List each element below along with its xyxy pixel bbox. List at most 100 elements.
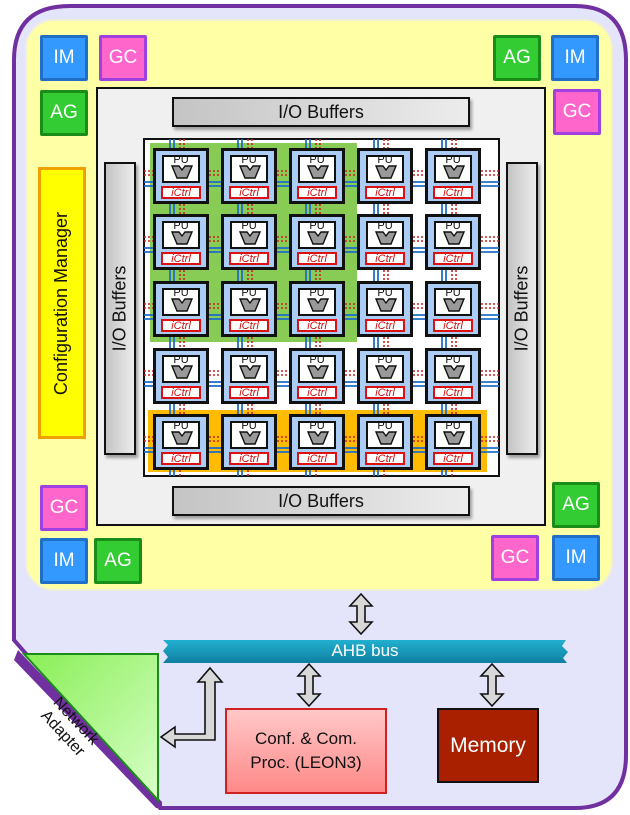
- ictrl-label: iCtrl: [229, 386, 269, 399]
- pu-core: PU: [230, 154, 268, 183]
- alu-icon: [375, 165, 397, 179]
- pu-core: PU: [230, 220, 268, 249]
- alu-icon: [239, 298, 261, 312]
- gc-tile: GC: [553, 89, 601, 135]
- processing-unit: PU iCtrl: [425, 281, 481, 337]
- pu-core: PU: [366, 220, 404, 249]
- alu-icon: [239, 165, 261, 179]
- ictrl-label: iCtrl: [229, 186, 269, 199]
- alu-icon: [375, 365, 397, 379]
- configuration-manager-label: Configuration Manager: [51, 211, 72, 395]
- ictrl-label: iCtrl: [297, 319, 337, 332]
- ictrl-label: iCtrl: [433, 386, 473, 399]
- pu-core: PU: [434, 420, 472, 449]
- alu-icon: [171, 365, 193, 379]
- processing-unit: PU iCtrl: [153, 148, 209, 204]
- ictrl-label: iCtrl: [365, 452, 405, 465]
- processing-unit: PU iCtrl: [221, 414, 277, 470]
- ictrl-label: iCtrl: [161, 319, 201, 332]
- ictrl-label: iCtrl: [161, 252, 201, 265]
- ictrl-label: iCtrl: [365, 386, 405, 399]
- io-buffers-bottom: I/O Buffers: [172, 486, 470, 516]
- io-buffers-bottom-label: I/O Buffers: [278, 490, 364, 511]
- alu-icon: [171, 431, 193, 445]
- pu-core: PU: [434, 287, 472, 316]
- processing-unit: PU iCtrl: [425, 214, 481, 270]
- pu-core: PU: [366, 154, 404, 183]
- processing-unit: PU iCtrl: [289, 148, 345, 204]
- alu-icon: [375, 298, 397, 312]
- alu-icon: [443, 365, 465, 379]
- pu-core: PU: [298, 354, 336, 383]
- im-tile: IM: [40, 35, 88, 81]
- ictrl-label: iCtrl: [161, 186, 201, 199]
- io-buffers-right: I/O Buffers: [506, 162, 538, 455]
- pu-core: PU: [162, 220, 200, 249]
- leon3-line1: Conf. & Com.: [254, 729, 358, 748]
- alu-icon: [171, 231, 193, 245]
- ictrl-label: iCtrl: [297, 452, 337, 465]
- gc-tile: GC: [40, 485, 88, 531]
- processing-unit: PU iCtrl: [153, 281, 209, 337]
- pu-core: PU: [230, 287, 268, 316]
- ictrl-label: iCtrl: [161, 452, 201, 465]
- pu-core: PU: [298, 220, 336, 249]
- pu-core: PU: [366, 420, 404, 449]
- processing-unit: PU iCtrl: [425, 348, 481, 404]
- alu-icon: [307, 365, 329, 379]
- ictrl-label: iCtrl: [433, 186, 473, 199]
- alu-icon: [307, 431, 329, 445]
- processing-unit: PU iCtrl: [357, 348, 413, 404]
- ictrl-label: iCtrl: [365, 252, 405, 265]
- alu-icon: [443, 298, 465, 312]
- processing-unit: PU iCtrl: [153, 414, 209, 470]
- alu-icon: [443, 165, 465, 179]
- processing-unit: PU iCtrl: [153, 214, 209, 270]
- alu-icon: [171, 165, 193, 179]
- alu-icon: [307, 165, 329, 179]
- processing-unit: PU iCtrl: [221, 214, 277, 270]
- ictrl-label: iCtrl: [229, 252, 269, 265]
- ag-tile: AG: [94, 538, 142, 584]
- gc-tile: GC: [99, 35, 147, 81]
- processing-unit: PU iCtrl: [425, 148, 481, 204]
- ictrl-label: iCtrl: [229, 319, 269, 332]
- pu-core: PU: [230, 354, 268, 383]
- processing-unit: PU iCtrl: [289, 414, 345, 470]
- pu-core: PU: [434, 154, 472, 183]
- pu-core: PU: [162, 154, 200, 183]
- io-buffers-top-label: I/O Buffers: [278, 101, 364, 122]
- ictrl-label: iCtrl: [365, 186, 405, 199]
- memory-label: Memory: [450, 733, 526, 757]
- io-buffers-top: I/O Buffers: [172, 97, 470, 127]
- pu-core: PU: [434, 354, 472, 383]
- alu-icon: [171, 298, 193, 312]
- im-tile: IM: [40, 538, 88, 584]
- processing-unit: PU iCtrl: [221, 348, 277, 404]
- ictrl-label: iCtrl: [297, 252, 337, 265]
- pu-core: PU: [298, 154, 336, 183]
- ictrl-label: iCtrl: [433, 252, 473, 265]
- pu-core: PU: [298, 420, 336, 449]
- alu-icon: [375, 431, 397, 445]
- pu-core: PU: [162, 420, 200, 449]
- ag-tile: AG: [493, 35, 541, 81]
- processing-unit: PU iCtrl: [289, 281, 345, 337]
- alu-icon: [375, 231, 397, 245]
- processing-unit: PU iCtrl: [221, 148, 277, 204]
- io-buffers-right-label: I/O Buffers: [511, 265, 532, 352]
- processing-unit: PU iCtrl: [221, 281, 277, 337]
- alu-icon: [307, 298, 329, 312]
- io-buffers-left: I/O Buffers: [104, 162, 136, 455]
- ictrl-label: iCtrl: [229, 452, 269, 465]
- pu-core: PU: [434, 220, 472, 249]
- processing-unit: PU iCtrl: [357, 148, 413, 204]
- alu-icon: [239, 231, 261, 245]
- ictrl-label: iCtrl: [433, 452, 473, 465]
- pu-core: PU: [162, 354, 200, 383]
- io-buffers-left-label: I/O Buffers: [109, 265, 130, 352]
- leon3-line2: Proc. (LEON3): [250, 753, 362, 772]
- processing-unit: PU iCtrl: [357, 414, 413, 470]
- im-tile: IM: [552, 535, 600, 581]
- processing-unit: PU iCtrl: [357, 281, 413, 337]
